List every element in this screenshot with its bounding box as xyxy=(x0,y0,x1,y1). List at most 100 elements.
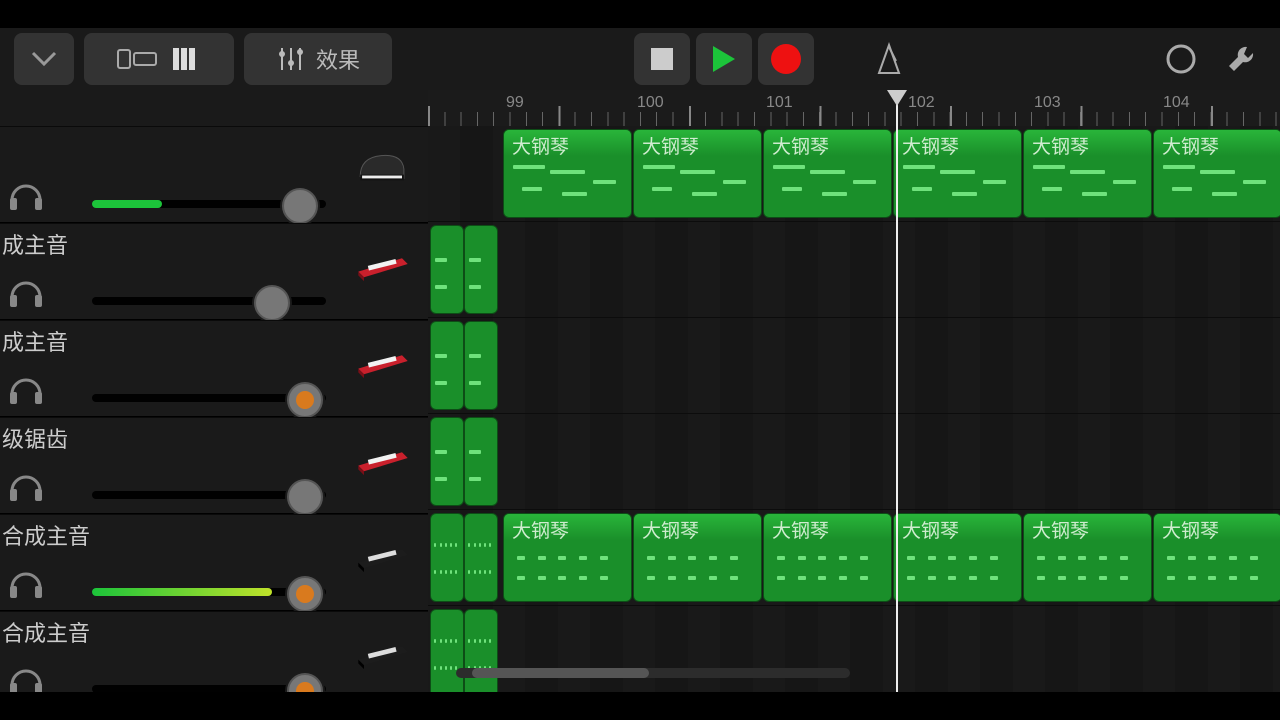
wrench-icon xyxy=(1225,43,1257,75)
horizontal-scrollbar[interactable] xyxy=(456,668,850,678)
instrument-icon[interactable] xyxy=(352,434,414,482)
loop-button[interactable] xyxy=(1156,33,1206,85)
region-label: 大钢琴 xyxy=(642,132,699,159)
instrument-menu-button[interactable] xyxy=(14,33,74,85)
bar-number: 103 xyxy=(1034,94,1061,112)
midi-region[interactable]: 大钢琴 xyxy=(1023,129,1152,218)
track-header[interactable]: 合成主音 xyxy=(0,514,428,611)
midi-region[interactable]: 大钢琴 xyxy=(893,129,1022,218)
headphones-icon[interactable] xyxy=(6,277,46,309)
midi-region[interactable] xyxy=(464,417,498,506)
volume-knob[interactable] xyxy=(282,188,318,224)
stop-icon xyxy=(651,48,673,70)
track-lane[interactable] xyxy=(428,222,1280,318)
midi-region[interactable] xyxy=(430,417,464,506)
workspace: 成主音成主音级锯齿合成主音合成主音 99100101102103104 大钢琴大… xyxy=(0,90,1280,692)
tracks-view-icon xyxy=(171,46,201,72)
midi-region[interactable]: 大钢琴 xyxy=(503,129,632,218)
midi-region[interactable]: 大钢琴 xyxy=(763,129,892,218)
fx-label: 效果 xyxy=(316,43,360,75)
track-lane[interactable] xyxy=(428,318,1280,414)
record-icon xyxy=(771,44,801,74)
instrument-icon[interactable] xyxy=(352,240,414,288)
volume-slider[interactable] xyxy=(92,491,326,499)
midi-region[interactable] xyxy=(464,609,498,692)
headphones-icon[interactable] xyxy=(6,471,46,503)
transport xyxy=(634,33,814,85)
volume-knob[interactable] xyxy=(287,382,323,418)
midi-region[interactable]: 大钢琴 xyxy=(1153,513,1280,602)
track-name: 成主音 xyxy=(2,228,68,260)
volume-slider[interactable] xyxy=(92,297,326,305)
midi-region[interactable]: 大钢琴 xyxy=(503,513,632,602)
track-name: 合成主音 xyxy=(2,519,90,551)
volume-slider[interactable] xyxy=(92,685,326,692)
region-label: 大钢琴 xyxy=(772,516,829,543)
track-header[interactable]: 合成主音 xyxy=(0,611,428,692)
midi-region[interactable] xyxy=(430,609,464,692)
instrument-icon[interactable] xyxy=(352,337,414,385)
region-label: 大钢琴 xyxy=(1032,516,1089,543)
instrument-icon[interactable] xyxy=(352,628,414,676)
track-header[interactable] xyxy=(0,126,428,223)
midi-region[interactable]: 大钢琴 xyxy=(763,513,892,602)
track-header[interactable]: 成主音 xyxy=(0,320,428,417)
volume-slider[interactable] xyxy=(92,394,326,402)
region-label: 大钢琴 xyxy=(772,132,829,159)
headphones-icon[interactable] xyxy=(6,665,46,692)
metronome-icon xyxy=(872,41,906,77)
region-label: 大钢琴 xyxy=(1032,132,1089,159)
midi-region[interactable] xyxy=(430,225,464,314)
stop-button[interactable] xyxy=(634,33,690,85)
midi-region[interactable]: 大钢琴 xyxy=(1023,513,1152,602)
bar-number: 104 xyxy=(1163,94,1190,112)
volume-slider[interactable] xyxy=(92,588,326,596)
metronome-button[interactable] xyxy=(864,33,914,85)
region-label: 大钢琴 xyxy=(512,516,569,543)
region-label: 大钢琴 xyxy=(512,132,569,159)
timeline[interactable]: 99100101102103104 大钢琴大钢琴大钢琴大钢琴大钢琴大钢琴大钢琴大… xyxy=(428,90,1280,692)
track-header[interactable]: 成主音 xyxy=(0,223,428,320)
region-label: 大钢琴 xyxy=(1162,132,1219,159)
view-switch[interactable] xyxy=(84,33,234,85)
faders-icon xyxy=(276,45,306,73)
track-name: 合成主音 xyxy=(2,616,90,648)
track-lane[interactable]: 大钢琴大钢琴大钢琴大钢琴大钢琴大钢琴 xyxy=(428,510,1280,606)
settings-button[interactable] xyxy=(1216,33,1266,85)
record-button[interactable] xyxy=(758,33,814,85)
midi-region[interactable] xyxy=(430,321,464,410)
bar-ruler[interactable]: 99100101102103104 xyxy=(428,90,1280,127)
instrument-icon[interactable] xyxy=(352,531,414,579)
playhead[interactable] xyxy=(896,90,898,692)
midi-region[interactable]: 大钢琴 xyxy=(893,513,1022,602)
track-lane[interactable] xyxy=(428,414,1280,510)
midi-region[interactable] xyxy=(464,513,498,602)
volume-knob[interactable] xyxy=(287,673,323,692)
volume-knob[interactable] xyxy=(287,479,323,515)
midi-region[interactable] xyxy=(464,225,498,314)
midi-region[interactable]: 大钢琴 xyxy=(633,129,762,218)
chevron-down-icon xyxy=(31,51,57,67)
headphones-icon[interactable] xyxy=(6,568,46,600)
play-button[interactable] xyxy=(696,33,752,85)
headphones-icon[interactable] xyxy=(6,180,46,212)
track-name: 级锯齿 xyxy=(2,422,68,454)
midi-region[interactable]: 大钢琴 xyxy=(1153,129,1280,218)
loop-icon xyxy=(1164,42,1198,76)
level-meter xyxy=(92,200,162,208)
scrollbar-thumb[interactable] xyxy=(472,668,649,678)
volume-slider[interactable] xyxy=(92,200,326,208)
track-lane[interactable] xyxy=(428,606,1280,692)
volume-knob[interactable] xyxy=(287,576,323,612)
midi-region[interactable] xyxy=(430,513,464,602)
instrument-icon[interactable] xyxy=(352,143,414,191)
midi-region[interactable]: 大钢琴 xyxy=(633,513,762,602)
midi-region[interactable] xyxy=(464,321,498,410)
track-header[interactable]: 级锯齿 xyxy=(0,417,428,514)
fx-button[interactable]: 效果 xyxy=(244,33,392,85)
bar-number: 102 xyxy=(908,94,935,112)
track-lane[interactable]: 大钢琴大钢琴大钢琴大钢琴大钢琴大钢琴 xyxy=(428,126,1280,222)
headphones-icon[interactable] xyxy=(6,374,46,406)
volume-knob[interactable] xyxy=(254,285,290,321)
track-name: 成主音 xyxy=(2,325,68,357)
